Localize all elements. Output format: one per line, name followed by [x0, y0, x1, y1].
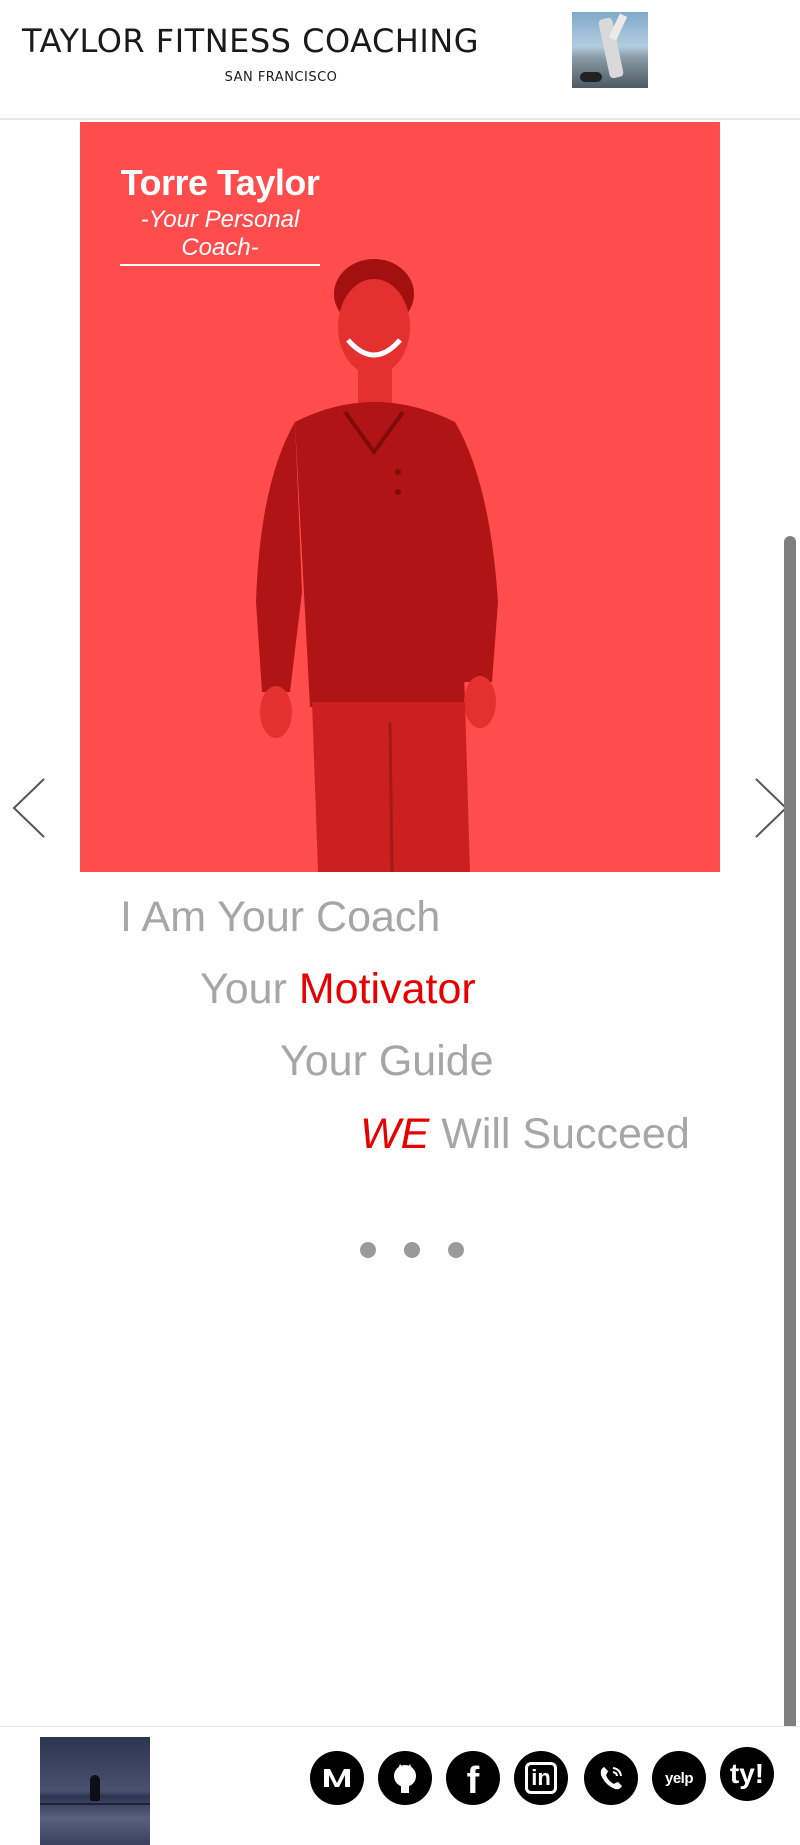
- yelp-glyph: yelp: [664, 1769, 694, 1787]
- header-photo[interactable]: [572, 12, 648, 88]
- brand-subtitle: SAN FRANCISCO: [224, 70, 338, 85]
- slogan-line-2: Your Motivator: [200, 965, 476, 1014]
- phone-icon[interactable]: [584, 1751, 638, 1805]
- facebook-icon[interactable]: f: [446, 1751, 500, 1805]
- header-photo-dog: [580, 72, 602, 82]
- carousel-dot-2[interactable]: [404, 1242, 420, 1258]
- footer-photo-divider: [40, 1803, 150, 1805]
- slogan-line-4-suffix: Will Succeed: [429, 1110, 690, 1158]
- carousel-dots: [360, 1242, 470, 1260]
- slogan-line-2-highlight: Motivator: [298, 965, 476, 1013]
- carousel-prev-arrow-icon[interactable]: [10, 775, 50, 841]
- slogan-line-4-highlight: WE: [360, 1110, 430, 1158]
- coach-name: Torre Taylor: [120, 162, 320, 203]
- coach-tagline-line1: -Your Personal: [140, 206, 300, 233]
- linkedin-glyph: in: [525, 1762, 557, 1794]
- footer-photo-silhouette: [90, 1775, 100, 1801]
- page-scrollbar[interactable]: [784, 536, 796, 1836]
- github-icon[interactable]: [378, 1751, 432, 1805]
- slogan-line-2-prefix: Your: [200, 965, 299, 1013]
- footer-photo[interactable]: [40, 1737, 150, 1845]
- facebook-glyph: f: [466, 1759, 480, 1802]
- ty-glyph: ty!: [729, 1758, 765, 1789]
- slogan-line-1: I Am Your Coach: [120, 893, 441, 941]
- yelp-icon[interactable]: yelp: [652, 1751, 706, 1805]
- linkedin-icon[interactable]: in: [514, 1751, 568, 1805]
- hero-slide: Torre Taylor -Your Personal Coach-: [80, 122, 720, 872]
- slogan-line-4: WE Will Succeed: [360, 1110, 690, 1159]
- slogan-line-3: Your Guide: [280, 1037, 494, 1085]
- brand-title[interactable]: TAYLOR FITNESS COACHING: [22, 22, 479, 60]
- medium-icon[interactable]: [310, 1751, 364, 1805]
- site-footer: f in yelp ty!: [0, 1726, 800, 1845]
- ty-icon[interactable]: ty!: [720, 1747, 774, 1801]
- carousel-dot-1[interactable]: [360, 1242, 376, 1258]
- carousel-dot-3[interactable]: [448, 1242, 464, 1258]
- coach-tagline: -Your Personal Coach-: [120, 206, 320, 266]
- coach-tagline-line2: Coach-: [181, 234, 259, 261]
- site-header: TAYLOR FITNESS COACHING SAN FRANCISCO: [0, 0, 800, 120]
